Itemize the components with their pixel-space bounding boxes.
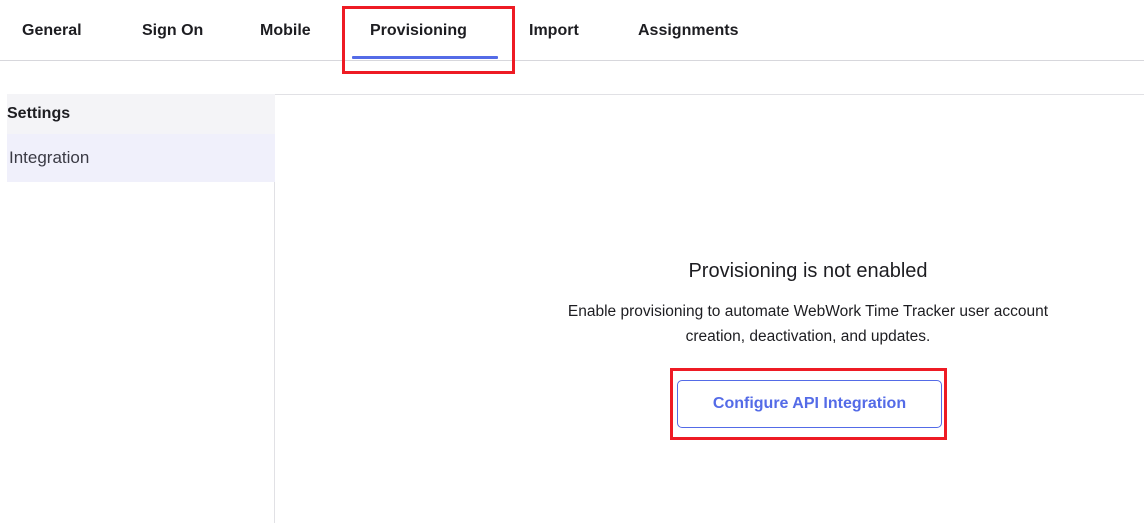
active-tab-indicator	[352, 56, 498, 59]
description-line-2: creation, deactivation, and updates.	[685, 328, 931, 345]
tab-mobile[interactable]: Mobile	[260, 0, 311, 60]
empty-state-title: Provisioning is not enabled	[688, 260, 928, 282]
tab-general[interactable]: General	[22, 0, 82, 60]
tab-import[interactable]: Import	[529, 0, 579, 60]
tab-provisioning[interactable]: Provisioning	[370, 0, 467, 60]
empty-state-description: Enable provisioning to automate WebWork …	[448, 299, 1144, 349]
configure-api-integration-button[interactable]: Configure API Integration	[677, 380, 942, 428]
tab-bar: General Sign On Mobile Provisioning Impo…	[0, 0, 1144, 61]
app-page: General Sign On Mobile Provisioning Impo…	[0, 0, 1144, 523]
sidebar-item-integration[interactable]: Integration	[7, 134, 275, 182]
sidebar-heading: Settings	[7, 94, 275, 134]
content-divider	[275, 94, 1144, 95]
tab-sign-on[interactable]: Sign On	[142, 0, 203, 60]
empty-state: Provisioning is not enabled Enable provi…	[448, 258, 1144, 349]
settings-sidebar: Settings Integration	[7, 94, 275, 523]
sidebar-item-label: Integration	[9, 148, 90, 167]
tab-assignments[interactable]: Assignments	[638, 0, 738, 60]
description-line-1: Enable provisioning to automate WebWork …	[567, 303, 1049, 320]
